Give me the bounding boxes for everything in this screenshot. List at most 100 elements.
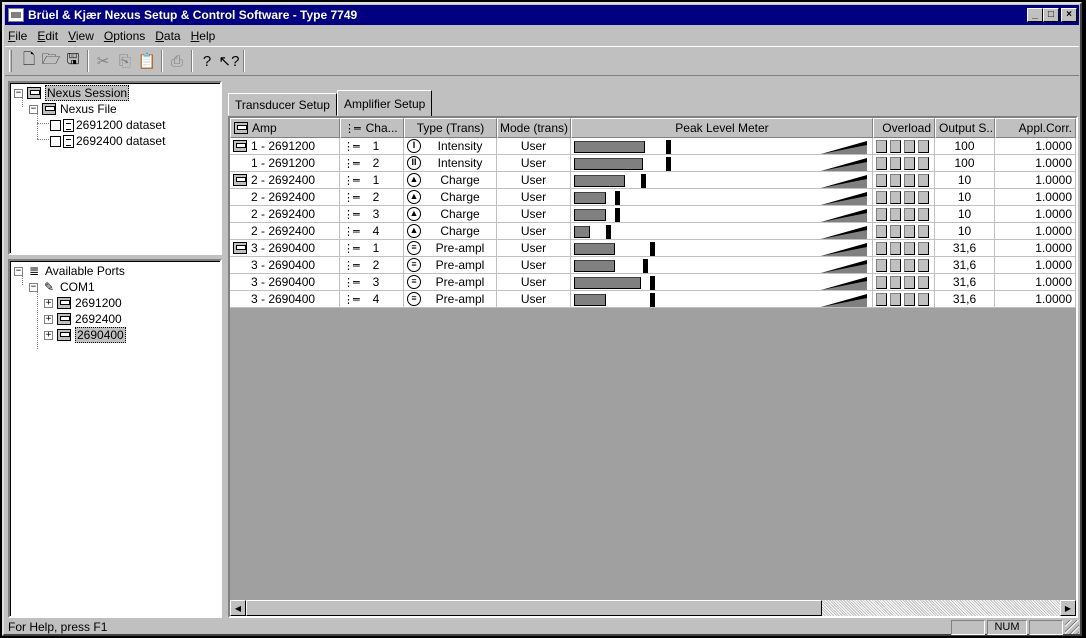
cell-output[interactable]: 100 — [935, 138, 995, 155]
new-file-icon[interactable]: 🗋 — [18, 50, 40, 72]
cell-output[interactable]: 31,6 — [935, 257, 995, 274]
table-row[interactable]: 3 - 2690400 ⋮═ 1 ≡ Pre-ampl User 31,6 1.0000 — [230, 240, 1076, 257]
size-grip-icon[interactable] — [1065, 620, 1079, 634]
cell-channel[interactable]: ⋮═ 4 — [340, 223, 404, 240]
save-icon[interactable]: 🖫 — [62, 50, 84, 72]
cell-mode[interactable]: User — [497, 291, 571, 308]
context-help-icon[interactable]: ↖? — [218, 50, 240, 72]
copy-icon[interactable]: ⎘ — [114, 50, 136, 72]
cell-mode[interactable]: User — [497, 155, 571, 172]
cell-mode[interactable]: User — [497, 223, 571, 240]
cell-mode[interactable]: User — [497, 138, 571, 155]
cell-amp[interactable]: 2 - 2692400 — [230, 172, 340, 189]
cell-channel[interactable]: ⋮═ 1 — [340, 172, 404, 189]
app-icon[interactable] — [8, 8, 24, 22]
cut-icon[interactable]: ✂ — [92, 50, 114, 72]
cell-type[interactable]: ≡ Pre-ampl — [404, 291, 497, 308]
cell-mode[interactable]: User — [497, 206, 571, 223]
menu-help[interactable]: Help — [186, 29, 221, 43]
cell-mode[interactable]: User — [497, 240, 571, 257]
tree-node-com1[interactable]: − ✎ COM1 — [29, 279, 95, 295]
tree-node-device[interactable]: + 2690400 — [44, 327, 126, 343]
cell-amp[interactable]: 2 - 2692400 — [230, 189, 340, 206]
cell-appl-corr[interactable]: 1.0000 — [995, 206, 1076, 223]
cell-channel[interactable]: ⋮═ 4 — [340, 291, 404, 308]
table-row[interactable]: 1 - 2691200 ⋮═ 1 I Intensity User 100 1.0000 — [230, 138, 1076, 155]
cell-channel[interactable]: ⋮═ 2 — [340, 189, 404, 206]
close-button[interactable]: × — [1061, 8, 1077, 22]
scroll-track[interactable] — [822, 600, 1060, 616]
cell-channel[interactable]: ⋮═ 3 — [340, 274, 404, 291]
minimize-button[interactable]: _ — [1027, 8, 1043, 22]
cell-output[interactable]: 31,6 — [935, 274, 995, 291]
table-row[interactable]: 1 - 2691200 ⋮═ 2 II Intensity User 100 1.0000 — [230, 155, 1076, 172]
print-icon[interactable]: ⎙ — [166, 50, 188, 72]
cell-channel[interactable]: ⋮═ 2 — [340, 155, 404, 172]
cell-amp[interactable]: 2 - 2692400 — [230, 223, 340, 240]
cell-mode[interactable]: User — [497, 274, 571, 291]
cell-channel[interactable]: ⋮═ 2 — [340, 257, 404, 274]
cell-output[interactable]: 31,6 — [935, 240, 995, 257]
cell-amp[interactable]: 1 - 2691200 — [230, 155, 340, 172]
tab-transducer-setup[interactable]: Transducer Setup — [228, 93, 337, 116]
title-bar[interactable]: Brüel & Kjær Nexus Setup & Control Softw… — [5, 5, 1079, 25]
dataset-checkbox[interactable] — [50, 119, 61, 131]
expand-icon[interactable]: + — [44, 298, 53, 308]
column-header-overload[interactable]: Overload — [873, 118, 935, 138]
cell-amp[interactable]: 1 - 2691200 — [230, 138, 340, 155]
cell-type[interactable]: ▲ Charge — [404, 223, 497, 240]
column-header-mode[interactable]: Mode (trans) — [497, 118, 571, 138]
help-icon[interactable]: ? — [196, 50, 218, 72]
tree-node-nexus-session[interactable]: − Nexus Session — [14, 85, 130, 101]
cell-type[interactable]: ▲ Charge — [404, 189, 497, 206]
cell-amp[interactable]: 3 - 2690400 — [230, 274, 340, 291]
cell-type[interactable]: ▲ Charge — [404, 206, 497, 223]
collapse-icon[interactable]: − — [29, 104, 38, 114]
tree-node-device[interactable]: + 2692400 — [44, 311, 122, 327]
collapse-icon[interactable]: − — [14, 266, 23, 276]
cell-type[interactable]: II Intensity — [404, 155, 497, 172]
cell-appl-corr[interactable]: 1.0000 — [995, 274, 1076, 291]
cell-appl-corr[interactable]: 1.0000 — [995, 257, 1076, 274]
cell-type[interactable]: ≡ Pre-ampl — [404, 274, 497, 291]
table-row[interactable]: 2 - 2692400 ⋮═ 1 ▲ Charge User 10 1.0000 — [230, 172, 1076, 189]
expand-icon[interactable]: + — [44, 330, 53, 340]
cell-output[interactable]: 10 — [935, 172, 995, 189]
cell-output[interactable]: 31,6 — [935, 291, 995, 308]
cell-channel[interactable]: ⋮═ 1 — [340, 138, 404, 155]
collapse-icon[interactable]: − — [29, 282, 38, 292]
cell-amp[interactable]: 3 - 2690400 — [230, 291, 340, 308]
cell-type[interactable]: ▲ Charge — [404, 172, 497, 189]
cell-type[interactable]: ≡ Pre-ampl — [404, 240, 497, 257]
maximize-button[interactable]: □ — [1043, 8, 1059, 22]
cell-mode[interactable]: User — [497, 257, 571, 274]
cell-appl-corr[interactable]: 1.0000 — [995, 155, 1076, 172]
cell-appl-corr[interactable]: 1.0000 — [995, 223, 1076, 240]
table-row[interactable]: 3 - 2690400 ⋮═ 4 ≡ Pre-ampl User 31,6 1.0000 — [230, 291, 1076, 308]
dataset-checkbox[interactable] — [50, 135, 61, 147]
collapse-icon[interactable]: − — [14, 88, 23, 98]
cell-appl-corr[interactable]: 1.0000 — [995, 189, 1076, 206]
open-folder-icon[interactable]: 🗁 — [40, 50, 62, 72]
horizontal-scrollbar[interactable]: ◀ ▶ — [230, 600, 1076, 616]
cell-output[interactable]: 100 — [935, 155, 995, 172]
tree-node-dataset[interactable]: 2691200 dataset — [50, 117, 165, 133]
menu-data[interactable]: Data — [150, 29, 185, 43]
cell-output[interactable]: 10 — [935, 189, 995, 206]
cell-channel[interactable]: ⋮═ 1 — [340, 240, 404, 257]
cell-amp[interactable]: 3 - 2690400 — [230, 257, 340, 274]
expand-icon[interactable]: + — [44, 314, 53, 324]
paste-icon[interactable]: 📋 — [136, 50, 158, 72]
cell-mode[interactable]: User — [497, 189, 571, 206]
table-row[interactable]: 3 - 2690400 ⋮═ 3 ≡ Pre-ampl User 31,6 1.0000 — [230, 274, 1076, 291]
column-header-peak-level-meter[interactable]: Peak Level Meter — [571, 118, 873, 138]
cell-amp[interactable]: 2 - 2692400 — [230, 206, 340, 223]
cell-output[interactable]: 10 — [935, 206, 995, 223]
menu-options[interactable]: Options — [99, 29, 150, 43]
scroll-left-icon[interactable]: ◀ — [230, 600, 246, 616]
cell-appl-corr[interactable]: 1.0000 — [995, 138, 1076, 155]
cell-appl-corr[interactable]: 1.0000 — [995, 172, 1076, 189]
column-header-type[interactable]: Type (Trans) — [404, 118, 497, 138]
cell-channel[interactable]: ⋮═ 3 — [340, 206, 404, 223]
cell-amp[interactable]: 3 - 2690400 — [230, 240, 340, 257]
